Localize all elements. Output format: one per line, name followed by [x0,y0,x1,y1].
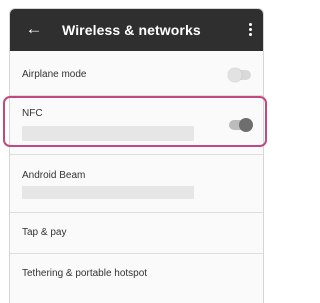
nfc-highlight-frame [3,96,267,147]
android-beam-label: Android Beam [22,170,86,181]
back-arrow-icon[interactable]: ← [24,19,44,39]
toggle-knob [228,68,242,82]
airplane-mode-label: Airplane mode [22,69,87,80]
setting-row-airplane-mode[interactable]: Airplane mode [10,51,263,96]
setting-row-tap-pay[interactable]: Tap & pay [10,213,263,254]
more-vert-icon[interactable] [249,23,253,37]
phone-screen: ← Wireless & networks Airplane mode NFC … [9,8,264,303]
page-title: Wireless & networks [62,22,201,38]
tethering-label: Tethering & portable hotspot [22,268,148,279]
setting-row-tethering[interactable]: Tethering & portable hotspot [10,254,263,303]
setting-row-android-beam[interactable]: Android Beam [10,155,263,213]
app-bar: ← Wireless & networks [10,9,263,51]
android-beam-description-placeholder [22,186,194,199]
tap-pay-label: Tap & pay [22,227,67,238]
airplane-mode-toggle[interactable] [228,68,251,82]
